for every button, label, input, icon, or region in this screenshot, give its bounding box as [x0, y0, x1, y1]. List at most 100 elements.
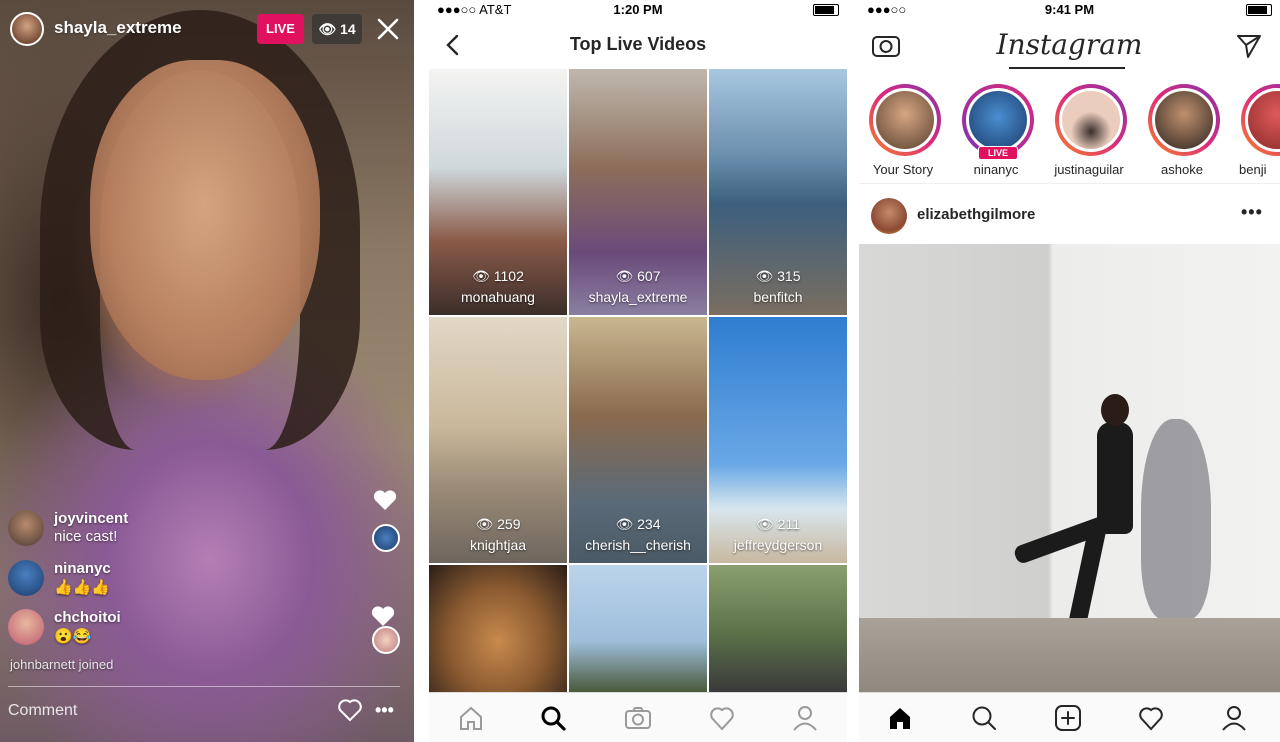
floating-heart-icon	[371, 606, 395, 626]
tile-view-count: 👁 1102	[472, 268, 524, 284]
status-time: 9:41 PM	[1044, 2, 1095, 17]
live-badge: LIVE	[257, 14, 304, 44]
post-more-button[interactable]: •••	[1241, 202, 1263, 223]
battery-icon	[1246, 4, 1272, 16]
close-icon[interactable]	[374, 14, 402, 44]
story-label: ninanyc	[973, 162, 1019, 177]
status-bar: ●●●○○ 9:41 PM	[859, 0, 1280, 20]
search-icon[interactable]	[969, 703, 999, 733]
direct-message-icon[interactable]	[1235, 32, 1263, 60]
tile-username: benfitch	[753, 289, 803, 305]
commenter-avatar[interactable]	[8, 609, 44, 645]
story-label: Your Story	[872, 162, 934, 177]
photo-ground	[859, 618, 1280, 692]
tile-view-count: 👁 211	[756, 516, 800, 532]
floating-heart-icon	[373, 490, 397, 510]
tile-view-count: 👁 315	[755, 268, 801, 284]
live-top-bar: shayla_extreme LIVE 👁 14	[0, 0, 414, 60]
heart-icon[interactable]	[336, 697, 364, 723]
broadcaster-username[interactable]: shayla_extreme	[54, 18, 182, 38]
story-item[interactable]: benji	[1233, 84, 1280, 180]
commenter-avatar[interactable]	[8, 510, 44, 546]
story-label: benji	[1239, 162, 1267, 177]
post-photo[interactable]	[859, 244, 1280, 692]
status-time: 1:20 PM	[613, 2, 663, 17]
tile-username: jeffreydgerson	[733, 537, 823, 553]
tile-username: shayla_extreme	[588, 289, 688, 305]
battery-icon	[813, 4, 839, 16]
comment-text: 😮😂	[54, 628, 92, 645]
joined-notice: johnbarnett joined	[10, 657, 114, 672]
tile-username: knightjaa	[469, 537, 527, 553]
broadcaster-face	[90, 60, 320, 380]
story-ring	[869, 84, 941, 156]
photo-shadow	[1141, 419, 1211, 619]
story-label: ashoke	[1161, 162, 1203, 177]
story-item[interactable]: justinaguilar	[1047, 84, 1131, 180]
commenter-name[interactable]: chchoitoi	[54, 609, 121, 626]
live-broadcast-screen: shayla_extreme LIVE 👁 14 joyvincent nice…	[0, 0, 414, 742]
tile-username: monahuang	[461, 289, 535, 305]
live-video-tile[interactable]	[569, 565, 707, 692]
eye-icon: 👁	[318, 21, 337, 37]
live-video-tile[interactable]	[429, 565, 567, 692]
live-badge: LIVE	[978, 146, 1018, 160]
story-avatar	[966, 88, 1030, 152]
bottom-tab-bar	[429, 692, 847, 742]
tile-view-count: 👁 259	[475, 516, 521, 532]
tile-view-count: 👁 607	[615, 268, 661, 284]
profile-icon[interactable]	[790, 703, 820, 733]
camera-icon[interactable]	[623, 703, 653, 733]
top-live-videos-screen: ●●●○○ AT&T 1:20 PM Top Live Videos 👁 110…	[429, 0, 847, 742]
home-icon[interactable]	[456, 703, 486, 733]
story-avatar	[1245, 88, 1280, 152]
post-author-avatar[interactable]	[871, 198, 907, 234]
live-video-tile[interactable]	[709, 565, 847, 692]
instagram-logo: Instagram	[996, 28, 1143, 61]
live-video-tile[interactable]: 👁 607 shayla_extreme	[569, 69, 707, 315]
story-ring	[1055, 84, 1127, 156]
feed-header: Instagram	[859, 20, 1280, 72]
explore-header: Top Live Videos	[429, 20, 847, 68]
comment-input[interactable]: Comment	[8, 698, 308, 724]
commenter-name[interactable]: ninanyc	[54, 560, 111, 577]
story-ring	[1148, 84, 1220, 156]
post-author-username[interactable]: elizabethgilmore	[917, 206, 1035, 223]
post-header: elizabethgilmore •••	[859, 188, 1280, 244]
story-item[interactable]: ashoke	[1140, 84, 1224, 180]
story-avatar	[1059, 88, 1123, 152]
heart-icon[interactable]	[707, 703, 737, 733]
live-video-tile[interactable]: 👁 1102 monahuang	[429, 69, 567, 315]
tile-username: cherish__cherish	[585, 537, 691, 553]
story-label: justinaguilar	[1054, 162, 1124, 177]
commenter-name[interactable]: joyvincent	[54, 510, 128, 527]
tile-view-count: 👁 234	[615, 516, 661, 532]
divider	[8, 686, 400, 687]
story-item[interactable]: LIVE ninanyc	[954, 84, 1038, 180]
broadcaster-avatar[interactable]	[10, 12, 44, 46]
search-icon[interactable]	[538, 703, 568, 733]
divider	[1009, 67, 1125, 69]
photo-person	[1097, 422, 1133, 534]
comment-text: nice cast!	[54, 528, 118, 545]
floating-avatar	[372, 626, 400, 654]
new-post-icon[interactable]	[1053, 703, 1083, 733]
more-options-button[interactable]: •••	[375, 697, 395, 723]
live-video-tile[interactable]: 👁 211 jeffreydgerson	[709, 317, 847, 563]
live-videos-grid: 👁 1102 monahuang 👁 607 shayla_extreme 👁 …	[429, 69, 847, 692]
live-video-tile[interactable]: 👁 259 knightjaa	[429, 317, 567, 563]
photo-person	[1101, 394, 1129, 426]
heart-icon[interactable]	[1136, 703, 1166, 733]
viewer-count-badge[interactable]: 👁 14	[312, 14, 362, 44]
floating-avatar	[372, 524, 400, 552]
bottom-tab-bar	[859, 692, 1280, 742]
story-ring	[1241, 84, 1280, 156]
home-icon[interactable]	[885, 703, 915, 733]
story-item[interactable]: Your Story	[861, 84, 945, 180]
live-video-tile[interactable]: 👁 234 cherish__cherish	[569, 317, 707, 563]
instagram-feed-screen: ●●●○○ 9:41 PM Instagram Your Story LIVE …	[859, 0, 1280, 742]
page-title: Top Live Videos	[569, 34, 707, 54]
commenter-avatar[interactable]	[8, 560, 44, 596]
profile-icon[interactable]	[1219, 703, 1249, 733]
live-video-tile[interactable]: 👁 315 benfitch	[709, 69, 847, 315]
